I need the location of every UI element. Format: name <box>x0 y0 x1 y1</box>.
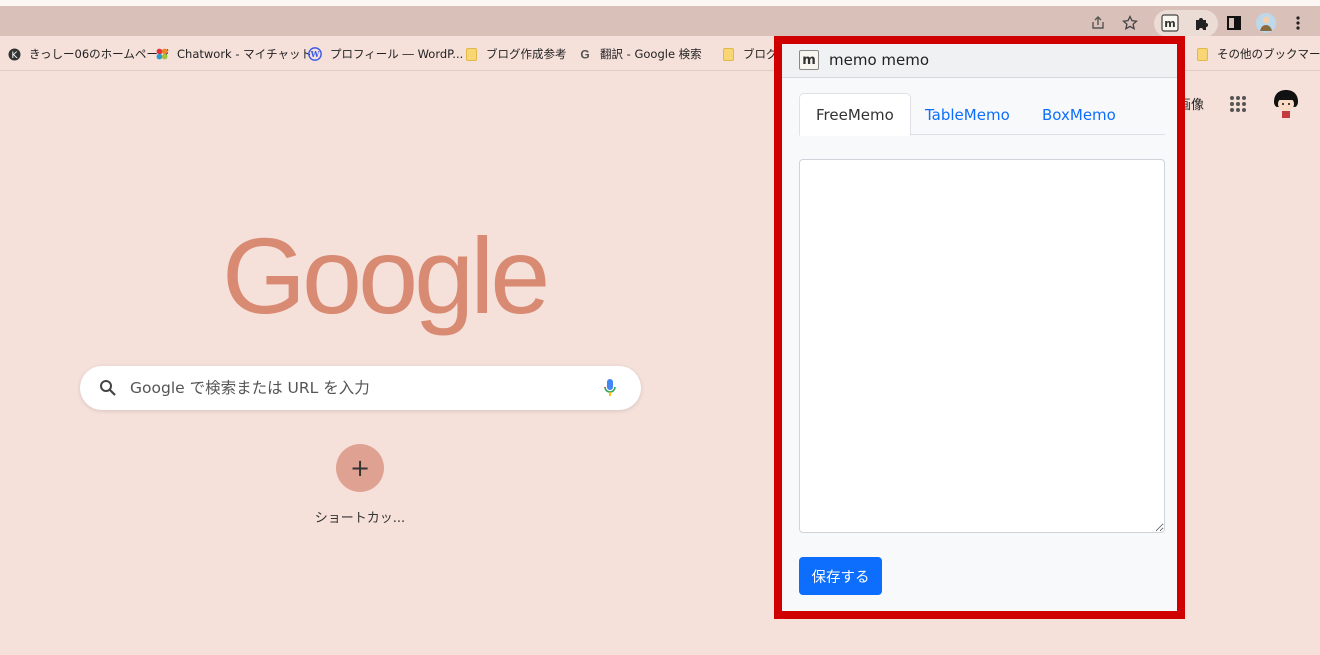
tab-boxmemo[interactable]: BoxMemo <box>1025 93 1133 135</box>
avatar[interactable] <box>1271 88 1301 118</box>
svg-text:G: G <box>580 48 589 62</box>
bookmark-item[interactable]: ブログ作成参考 <box>464 45 567 63</box>
bookmark-label: プロフィール ― WordP... <box>330 47 464 61</box>
bookmark-label: きっしー06のホームページ <box>29 47 170 61</box>
add-shortcut-button[interactable]: + <box>336 444 384 492</box>
folder-icon <box>464 47 478 61</box>
k-icon: K <box>7 47 21 61</box>
save-button[interactable]: 保存する <box>799 557 882 595</box>
other-bookmarks[interactable]: その他のブックマーク <box>1195 45 1320 63</box>
microphone-icon[interactable] <box>603 378 617 398</box>
bookmark-label: 翻訳 - Google 検索 <box>600 47 702 61</box>
browser-toolbar: m <box>0 0 1320 37</box>
bookmark-label: ブログ作成参考 <box>486 47 567 61</box>
memo-tabs: FreeMemo TableMemo BoxMemo <box>799 93 1165 136</box>
star-icon[interactable] <box>1118 11 1142 35</box>
tab-tablememo[interactable]: TableMemo <box>908 93 1027 135</box>
memo-logo-icon: m <box>799 50 819 70</box>
bookmark-item[interactable]: K きっしー06のホームページ <box>7 45 169 63</box>
other-bookmarks-label: その他のブックマーク <box>1217 47 1320 61</box>
chatwork-icon <box>155 47 169 61</box>
wordpress-icon: W <box>308 47 322 61</box>
profile-icon[interactable] <box>1254 11 1278 35</box>
svg-text:m: m <box>1164 17 1175 30</box>
plus-icon: + <box>349 454 371 482</box>
share-icon[interactable] <box>1086 11 1110 35</box>
google-g-icon: G <box>578 47 592 62</box>
bookmark-item[interactable]: W プロフィール ― WordP... <box>308 45 463 63</box>
folder-icon <box>1195 47 1209 61</box>
search-box[interactable] <box>80 366 641 410</box>
memo-extension-icon[interactable]: m <box>1158 11 1182 35</box>
popup-title: memo memo <box>829 51 930 69</box>
folder-icon <box>721 47 735 61</box>
shortcut-label: ショートカッ... <box>314 511 406 526</box>
bookmark-item[interactable]: Chatwork - マイチャット <box>155 45 312 63</box>
apps-grid-icon[interactable] <box>1229 95 1247 113</box>
more-icon[interactable] <box>1286 11 1310 35</box>
popup-header: m memo memo <box>782 44 1177 78</box>
bookmark-label: Chatwork - マイチャット <box>177 47 313 61</box>
google-logo: Google <box>222 215 550 336</box>
svg-text:W: W <box>310 50 320 59</box>
search-icon <box>99 379 117 397</box>
tab-freememo[interactable]: FreeMemo <box>799 93 911 136</box>
bookmark-item[interactable]: G 翻訳 - Google 検索 <box>578 45 702 63</box>
memo-popup-frame: m memo memo FreeMemo TableMemo BoxMemo 保… <box>774 36 1185 619</box>
memo-textarea[interactable] <box>799 159 1165 533</box>
search-input[interactable] <box>130 366 600 410</box>
side-panel-icon[interactable] <box>1222 11 1246 35</box>
puzzle-icon[interactable] <box>1190 11 1214 35</box>
